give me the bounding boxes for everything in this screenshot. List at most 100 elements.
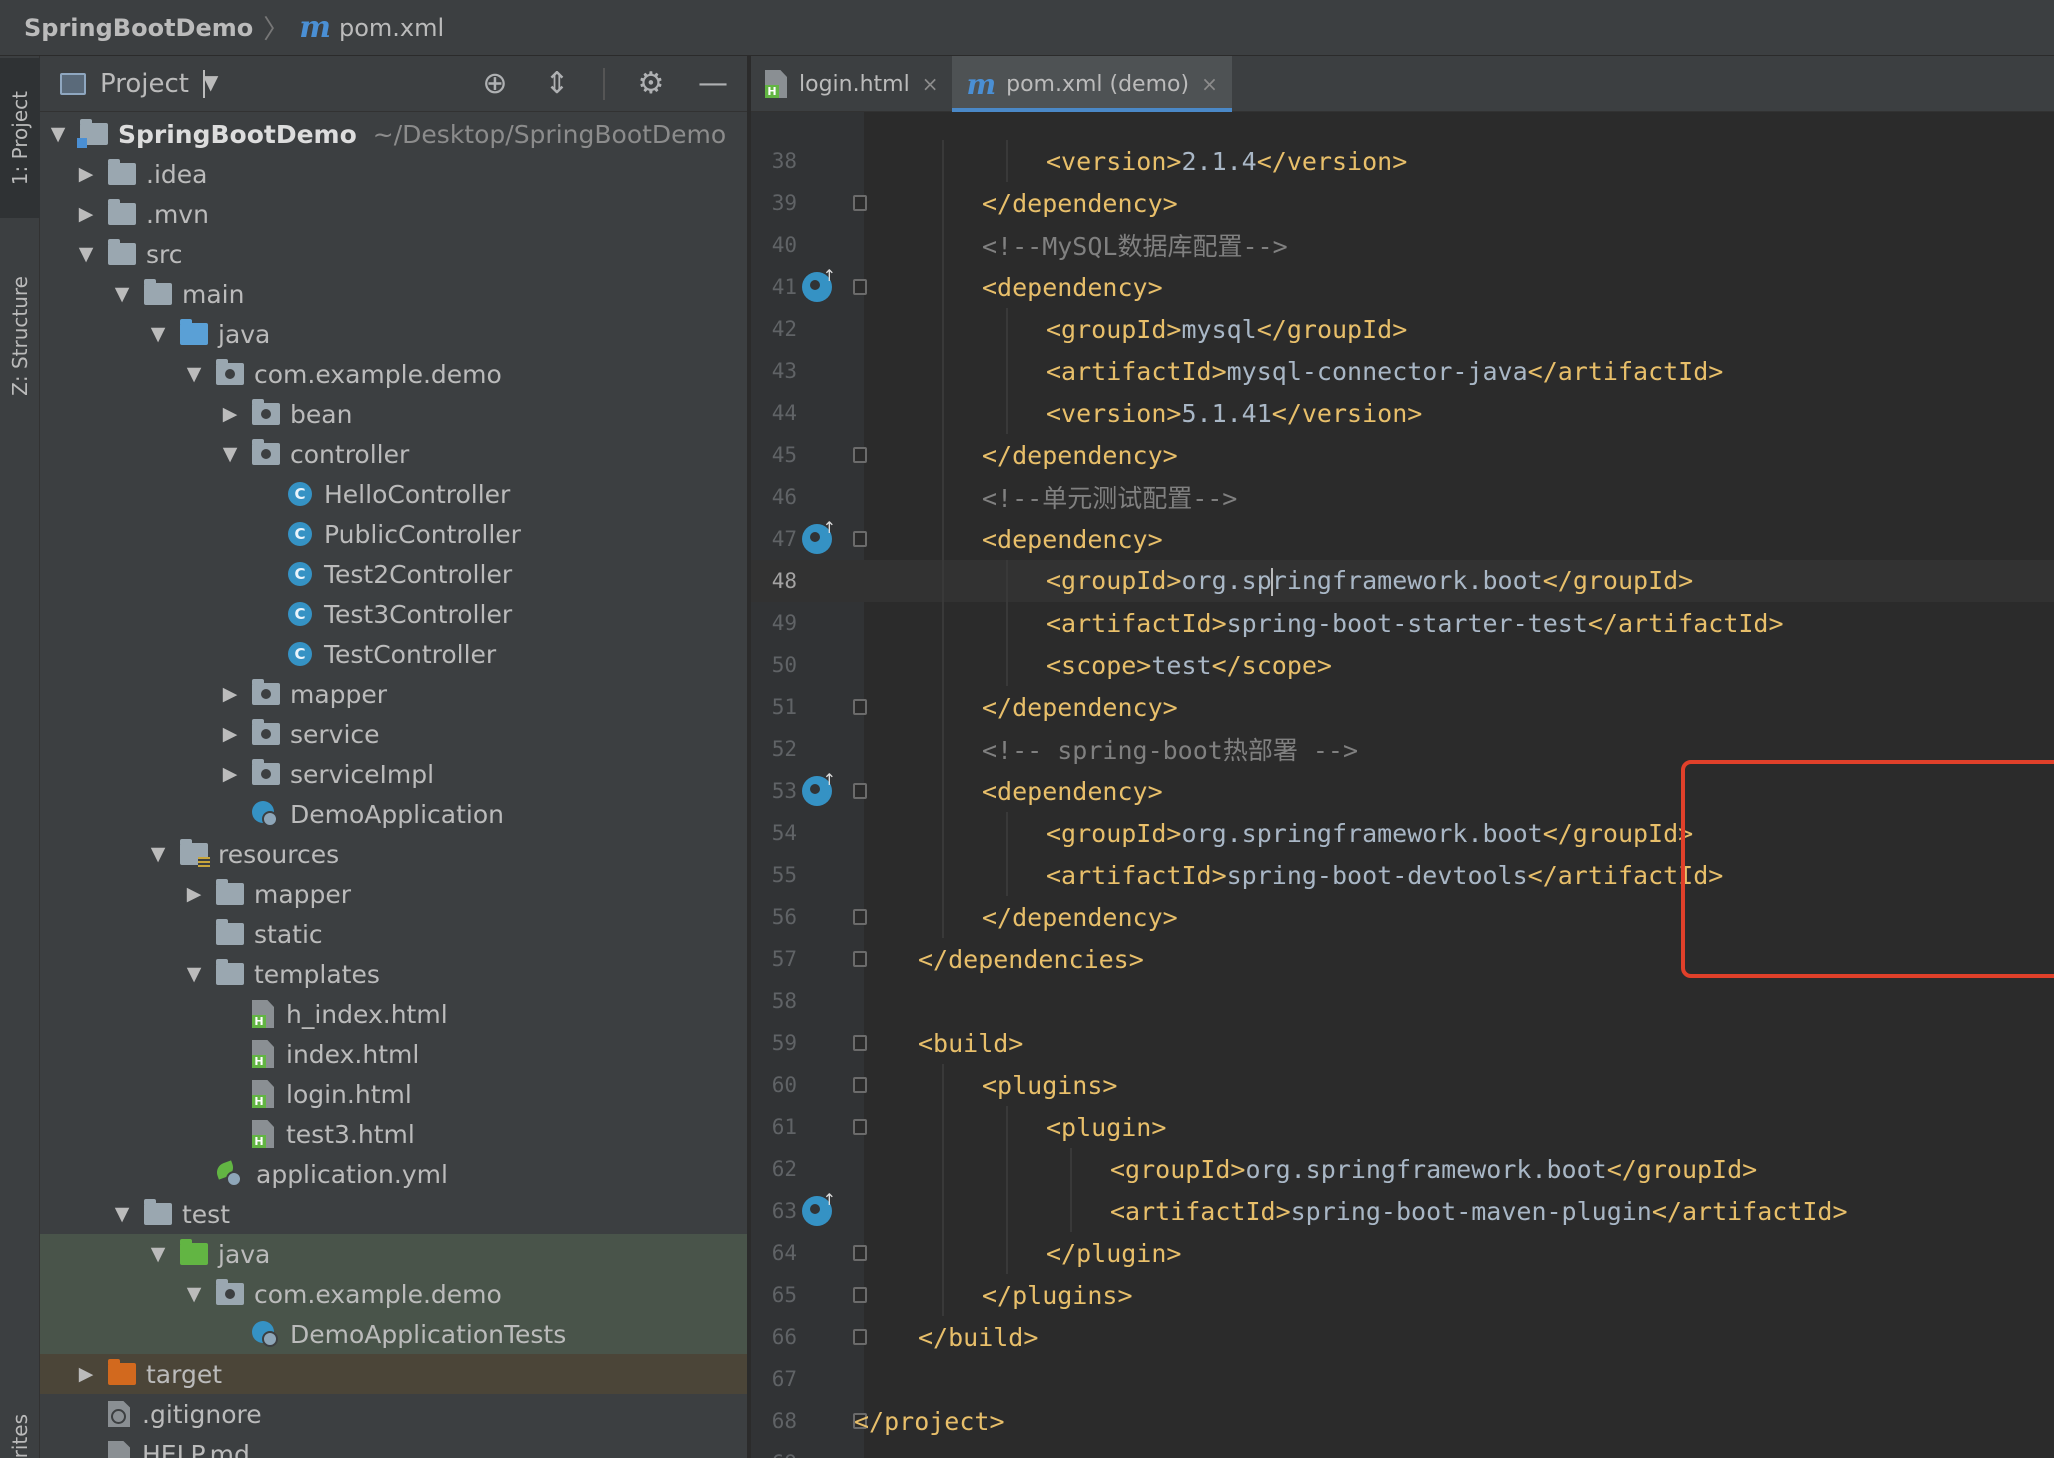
code-line[interactable]: 45 </dependency> — [751, 434, 2054, 476]
expand-arrow-icon[interactable]: ▼ — [110, 1203, 134, 1225]
tree-item-templates[interactable]: ▼ templates — [40, 954, 747, 994]
tree-item-test-java[interactable]: ▼ java — [40, 1234, 747, 1274]
tree-item-publiccontroller[interactable]: C PublicController — [40, 514, 747, 554]
collapse-arrow-icon[interactable]: ▶ — [74, 203, 98, 225]
code-line[interactable]: 57 </dependencies> — [751, 938, 2054, 980]
code-line[interactable]: 68 </project> — [751, 1400, 2054, 1442]
tree-item-test3controller[interactable]: C Test3Controller — [40, 594, 747, 634]
fold-marker-icon[interactable] — [853, 1119, 867, 1135]
tree-item-application-yml[interactable]: application.yml — [40, 1154, 747, 1194]
tree-item-java[interactable]: ▼ java — [40, 314, 747, 354]
expand-arrow-icon[interactable]: ▼ — [218, 443, 242, 465]
tree-item-controller[interactable]: ▼ controller — [40, 434, 747, 474]
expand-arrow-icon[interactable]: ▼ — [182, 963, 206, 985]
tree-item-demoapplication[interactable]: DemoApplication — [40, 794, 747, 834]
code-line[interactable]: 62 <groupId>org.springframework.boot</gro… — [751, 1148, 2054, 1190]
fold-marker-icon[interactable] — [853, 699, 867, 715]
expand-arrow-icon[interactable]: ▼ — [110, 283, 134, 305]
code-line[interactable]: 52 <!-- spring-boot热部署 --> — [751, 728, 2054, 770]
code-line[interactable]: 42 <groupId>mysql</groupId> — [751, 308, 2054, 350]
tree-item-mvn[interactable]: ▶ .mvn — [40, 194, 747, 234]
code-line[interactable]: 61 <plugin> — [751, 1106, 2054, 1148]
code-line[interactable]: 46 <!--单元测试配置--> — [751, 476, 2054, 518]
code-line[interactable]: 43 <artifactId>mysql-connector-java</arti… — [751, 350, 2054, 392]
expand-arrow-icon[interactable]: ▼ — [146, 1243, 170, 1265]
override-marker-icon[interactable] — [802, 770, 836, 806]
fold-marker-icon[interactable] — [853, 1077, 867, 1093]
fold-marker-icon[interactable] — [853, 1245, 867, 1261]
collapse-arrow-icon[interactable]: ▶ — [218, 683, 242, 705]
tree-item-gitignore[interactable]: .gitignore — [40, 1394, 747, 1434]
collapse-arrow-icon[interactable]: ▶ — [218, 403, 242, 425]
collapse-arrow-icon[interactable]: ▶ — [182, 883, 206, 905]
expand-arrow-icon[interactable]: ▼ — [46, 123, 70, 145]
breadcrumb-file[interactable]: pom.xml — [339, 14, 444, 42]
fold-marker-icon[interactable] — [853, 447, 867, 463]
fold-marker-icon[interactable] — [853, 951, 867, 967]
close-icon[interactable]: × — [922, 72, 939, 96]
code-line[interactable]: 69 — [751, 1442, 2054, 1458]
chevron-down-icon[interactable]: ▼ — [202, 69, 218, 98]
tree-item-hellocontroller[interactable]: C HelloController — [40, 474, 747, 514]
tree-item-service[interactable]: ▶ service — [40, 714, 747, 754]
code-line[interactable]: 47 <dependency> — [751, 518, 2054, 560]
favorites-tool-button[interactable]: rites — [0, 1396, 40, 1458]
code-line[interactable]: 51 </dependency> — [751, 686, 2054, 728]
collapse-arrow-icon[interactable]: ▶ — [218, 763, 242, 785]
expand-arrow-icon[interactable]: ▼ — [74, 243, 98, 265]
code-line[interactable]: 53 <dependency> — [751, 770, 2054, 812]
collapse-arrow-icon[interactable]: ▶ — [218, 723, 242, 745]
tree-item-root[interactable]: ▼ SpringBootDemo ~/Desktop/SpringBootDem… — [40, 114, 747, 154]
tree-item-test2controller[interactable]: C Test2Controller — [40, 554, 747, 594]
tree-item-serviceimpl[interactable]: ▶ serviceImpl — [40, 754, 747, 794]
code-line[interactable]: 64 </plugin> — [751, 1232, 2054, 1274]
tree-item-help-md[interactable]: HELP.md — [40, 1434, 747, 1458]
code-line[interactable]: 55 <artifactId>spring-boot-devtools</arti… — [751, 854, 2054, 896]
code-line[interactable]: 66 </build> — [751, 1316, 2054, 1358]
collapse-arrow-icon[interactable]: ▶ — [74, 1363, 98, 1385]
structure-tool-button[interactable]: Z: Structure — [0, 246, 40, 426]
override-marker-icon[interactable] — [802, 266, 836, 302]
close-icon[interactable]: × — [1201, 72, 1218, 96]
fold-marker-icon[interactable] — [853, 1035, 867, 1051]
tree-item-static[interactable]: static — [40, 914, 747, 954]
code-line[interactable]: 41 <dependency> — [751, 266, 2054, 308]
code-line[interactable]: 50 <scope>test</scope> — [751, 644, 2054, 686]
tab-pom-xml[interactable]: m pom.xml (demo) × — [952, 56, 1233, 112]
code-line[interactable]: 38 <version>2.1.4</version> — [751, 140, 2054, 182]
code-line[interactable]: 59 <build> — [751, 1022, 2054, 1064]
collapse-arrow-icon[interactable]: ▶ — [74, 163, 98, 185]
tree-item-test-package[interactable]: ▼ com.example.demo — [40, 1274, 747, 1314]
code-line[interactable]: 58 — [751, 980, 2054, 1022]
code-line[interactable]: 63 <artifactId>spring-boot-maven-plugin</… — [751, 1190, 2054, 1232]
fold-marker-icon[interactable] — [853, 909, 867, 925]
code-line[interactable]: 60 <plugins> — [751, 1064, 2054, 1106]
tree-item-package[interactable]: ▼ com.example.demo — [40, 354, 747, 394]
code-line[interactable]: 49 <artifactId>spring-boot-starter-test</… — [751, 602, 2054, 644]
tree-item-bean[interactable]: ▶ bean — [40, 394, 747, 434]
tree-item-target[interactable]: ▶ target — [40, 1354, 747, 1394]
tree-item-index[interactable]: index.html — [40, 1034, 747, 1074]
tree-item-test[interactable]: ▼ test — [40, 1194, 747, 1234]
project-tool-button[interactable]: 1: Project — [0, 58, 40, 218]
override-marker-icon[interactable] — [802, 1190, 836, 1226]
collapse-all-icon[interactable]: ⇕ — [541, 56, 573, 112]
tree-item-testcontroller[interactable]: C TestController — [40, 634, 747, 674]
expand-arrow-icon[interactable]: ▼ — [182, 1283, 206, 1305]
fold-marker-icon[interactable] — [853, 783, 867, 799]
tree-item-res-mapper[interactable]: ▶ mapper — [40, 874, 747, 914]
code-line[interactable]: 56 </dependency> — [751, 896, 2054, 938]
minimize-icon[interactable]: — — [697, 56, 729, 112]
expand-arrow-icon[interactable]: ▼ — [146, 843, 170, 865]
code-line[interactable]: 40 <!--MySQL数据库配置--> — [751, 224, 2054, 266]
code-line[interactable]: 44 <version>5.1.41</version> — [751, 392, 2054, 434]
tree-item-idea[interactable]: ▶ .idea — [40, 154, 747, 194]
code-line[interactable]: 48 <groupId>org.springframework.boot</gro… — [751, 560, 2054, 602]
tree-item-main[interactable]: ▼ main — [40, 274, 747, 314]
fold-marker-icon[interactable] — [853, 1329, 867, 1345]
code-area[interactable]: 38 <version>2.1.4</version> 39 </dependency… — [751, 140, 2054, 1458]
gear-icon[interactable]: ⚙ — [635, 56, 667, 112]
expand-arrow-icon[interactable]: ▼ — [146, 323, 170, 345]
tree-item-src[interactable]: ▼ src — [40, 234, 747, 274]
tab-login-html[interactable]: login.html × — [751, 56, 952, 112]
